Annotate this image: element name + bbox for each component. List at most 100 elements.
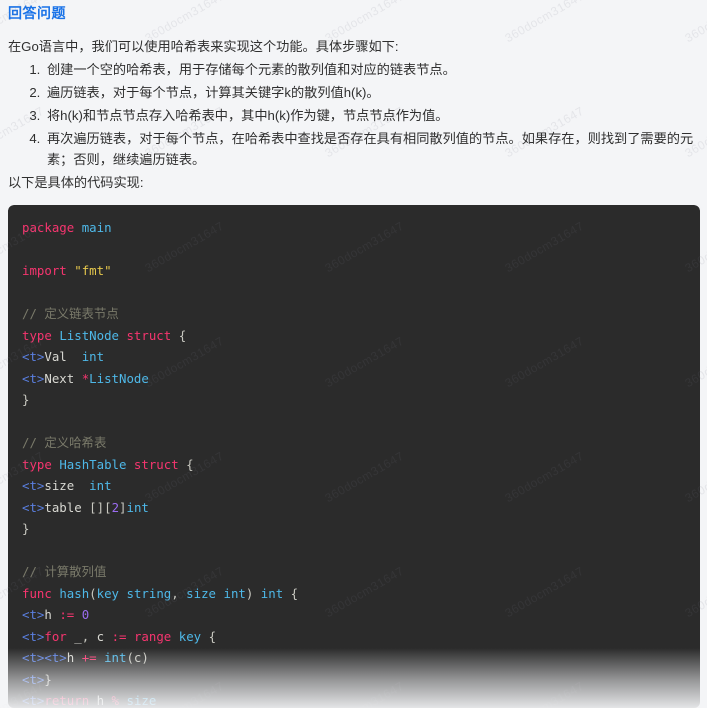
code-content[interactable]: package main import "fmt" // 定义链表节点 type … [8, 217, 700, 708]
code-token: int [126, 499, 149, 515]
code-line: <t>Val int [22, 346, 686, 368]
code-token: for [44, 628, 67, 644]
code-token: import [22, 263, 67, 278]
list-item: 将h(k)和节点节点存入哈希表中，其中h(k)作为键，节点节点作为值。 [44, 105, 702, 126]
code-token: } [44, 671, 52, 687]
code-token: , [171, 585, 187, 601]
code-token: <t> [22, 693, 45, 708]
code-token: <t> [22, 349, 45, 364]
intro-paragraph: 在Go语言中，我们可以使用哈希表来实现这个功能。具体步骤如下: [8, 39, 399, 54]
outro-paragraph: 以下是具体的代码实现: [8, 175, 144, 190]
code-token: 2 [111, 499, 120, 515]
code-token: [][ [89, 499, 112, 515]
code-token: <t> [22, 671, 45, 687]
code-token: <t> [22, 499, 45, 515]
code-token: ListNode [59, 327, 119, 343]
code-token: size [44, 478, 75, 493]
code-token: size [126, 693, 157, 708]
code-token: "fmt" [74, 263, 112, 278]
code-token: int [104, 650, 127, 665]
code-line: type HashTable struct { [22, 454, 686, 476]
code-token: // 定义哈希表 [22, 435, 107, 450]
code-token: return [44, 693, 90, 708]
code-block-container[interactable]: package main import "fmt" // 定义链表节点 type … [8, 205, 700, 708]
code-token: ListNode [89, 370, 149, 386]
code-token: struct [133, 456, 179, 472]
code-token: main [81, 220, 112, 235]
code-token: } [22, 392, 30, 407]
code-token: int [223, 585, 246, 601]
code-token: <t> [22, 628, 45, 644]
code-token: { [186, 456, 194, 472]
code-token: <t> [22, 478, 45, 493]
code-line: <t>h := 0 [22, 604, 686, 626]
code-token: := [111, 628, 127, 644]
page-title: 回答问题 [8, 5, 66, 21]
code-token: { [290, 585, 299, 601]
code-token: ( [89, 585, 97, 601]
steps-list: 创建一个空的哈希表，用于存储每个元素的散列值和对应的链表节点。 遍历链表，对于每… [8, 59, 702, 170]
code-token: { [178, 327, 187, 343]
code-token: ] [119, 499, 127, 515]
code-line: <t><t>h += int(c) [22, 647, 686, 669]
list-item: 遍历链表，对于每个节点，计算其关键字k的散列值h(k)。 [44, 82, 702, 103]
code-token: hash [59, 585, 90, 601]
code-token: h [44, 607, 60, 622]
code-line: func hash(key string, size int) int { [22, 583, 686, 605]
code-line: <t>Next *ListNode [22, 368, 686, 390]
code-token: table [44, 499, 82, 515]
code-token: int [260, 585, 284, 601]
code-token: string [126, 585, 172, 601]
code-token: type [22, 456, 52, 472]
list-item: 创建一个空的哈希表，用于存储每个元素的散列值和对应的链表节点。 [44, 59, 702, 80]
code-token: struct [126, 327, 172, 343]
code-token: key [178, 628, 202, 644]
code-token: } [22, 521, 30, 536]
code-token: int [89, 478, 112, 493]
code-line: <t>return h % size [22, 690, 686, 708]
code-line: <t>} [22, 669, 686, 691]
code-token: HashTable [59, 456, 127, 472]
code-block[interactable]: package main import "fmt" // 定义链表节点 type … [8, 205, 700, 708]
code-line: <t>size int [22, 475, 686, 497]
code-token: key [96, 585, 120, 601]
code-token: int [81, 349, 105, 364]
code-token: (c) [126, 650, 149, 665]
code-token: h [66, 650, 82, 665]
code-token: % [111, 693, 120, 708]
code-line: <t>for _, c := range key { [22, 626, 686, 648]
code-token: c [96, 628, 112, 644]
answer-body: 在Go语言中，我们可以使用哈希表来实现这个功能。具体步骤如下: 创建一个空的哈希… [8, 36, 702, 194]
code-token: size [186, 585, 217, 601]
code-token: ) [245, 585, 261, 601]
code-line: // 计算散列值 [22, 561, 686, 583]
code-token: Next [44, 370, 75, 386]
code-line: // 定义链表节点 [22, 303, 686, 325]
code-token: _ [74, 628, 82, 644]
list-item: 再次遍历链表，对于每个节点，在哈希表中查找是否存在具有相同散列值的节点。如果存在… [44, 128, 702, 170]
code-line: import "fmt" [22, 260, 686, 282]
code-token: , [81, 628, 97, 644]
code-token: 0 [81, 607, 90, 622]
code-token: // 计算散列值 [22, 564, 107, 579]
code-line: package main [22, 217, 686, 239]
code-token: <t> [22, 370, 45, 386]
code-line: type ListNode struct { [22, 325, 686, 347]
code-token: func [22, 585, 52, 601]
code-line: } [22, 389, 686, 411]
code-token: // 定义链表节点 [22, 306, 119, 321]
code-token: h [89, 693, 112, 708]
